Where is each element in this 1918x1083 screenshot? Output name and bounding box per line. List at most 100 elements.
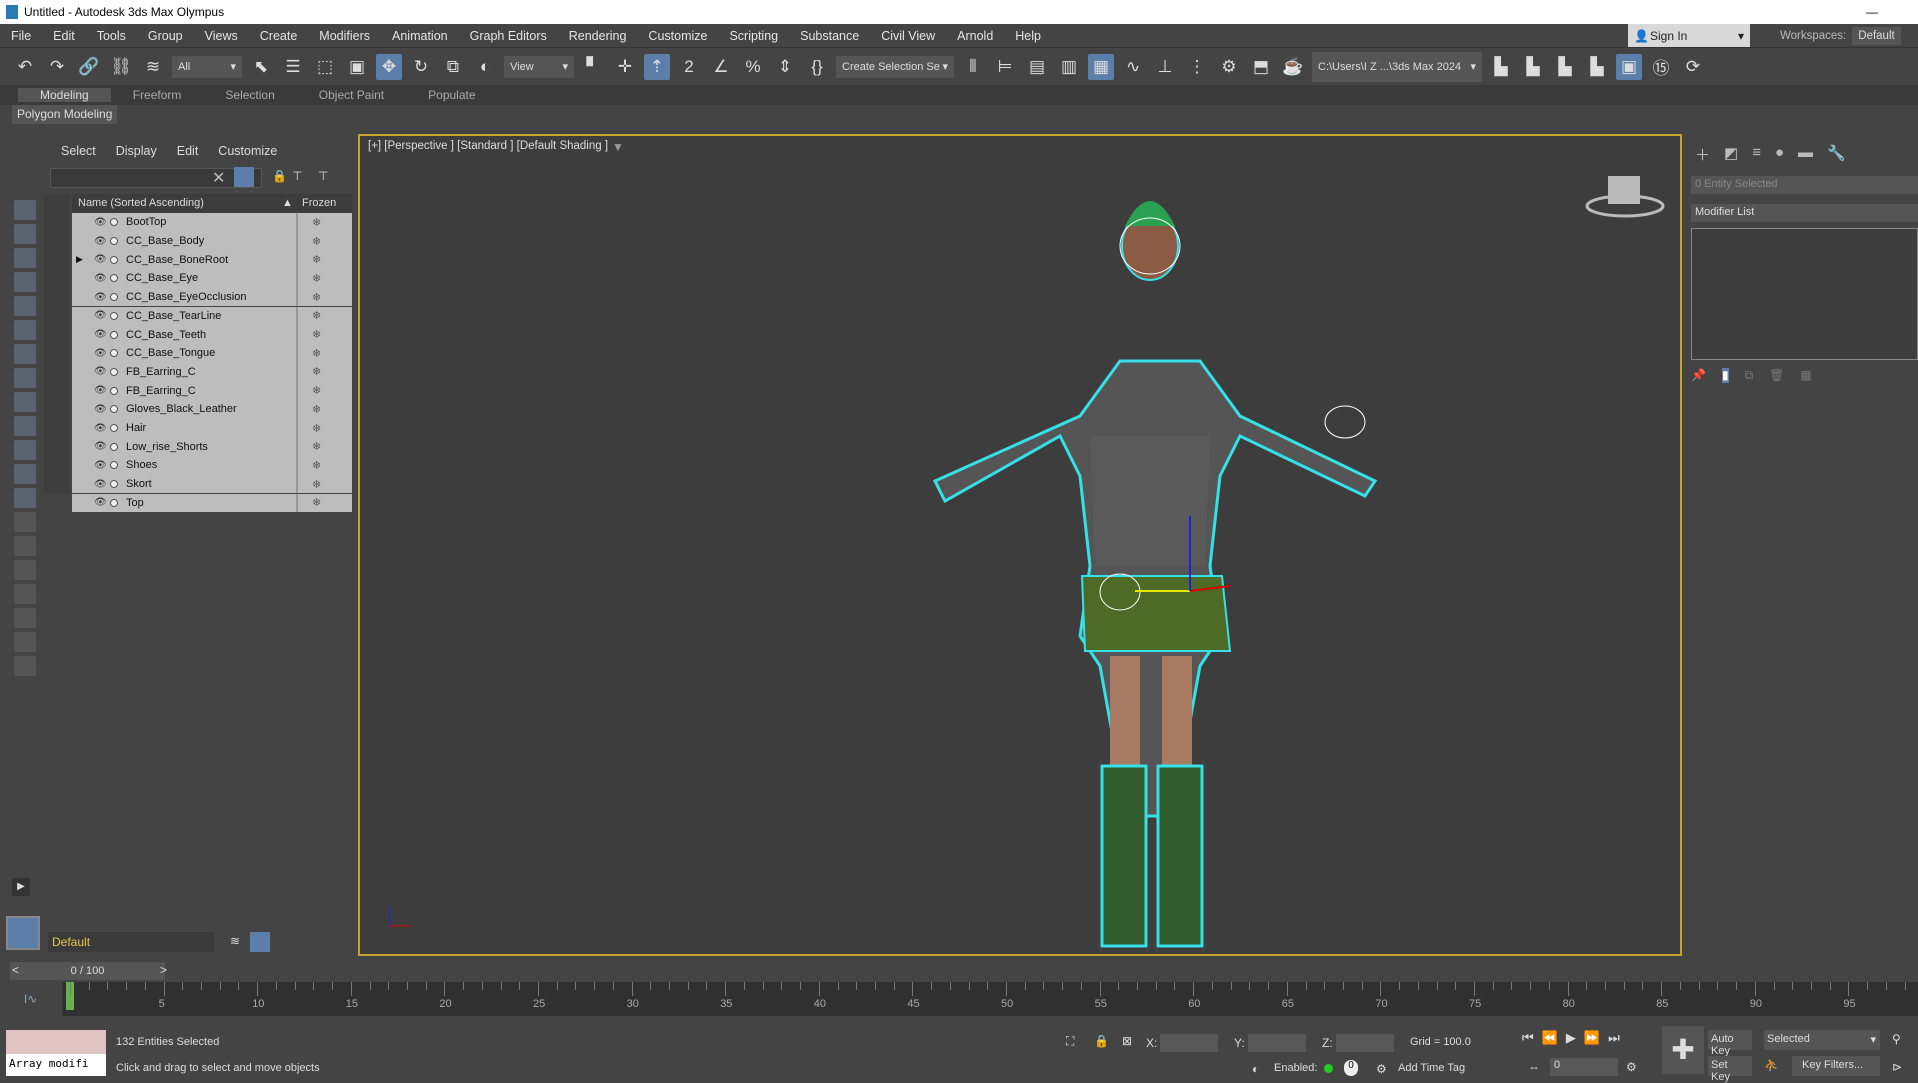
menu-civil-view[interactable]: Civil View: [870, 29, 946, 43]
pivot-icon[interactable]: ▘: [580, 54, 606, 80]
mirror-icon[interactable]: ⫴: [960, 54, 986, 80]
curve-editor-icon[interactable]: ∿: [1120, 54, 1146, 80]
visibility-eye-icon[interactable]: 👁: [94, 310, 107, 321]
minimize-button[interactable]: —: [1866, 5, 1878, 19]
undo-icon[interactable]: ↶: [12, 54, 38, 80]
next-frame-icon[interactable]: ⏩: [1584, 1030, 1600, 1046]
curve-editor-toggle-icon[interactable]: ǀ∿: [24, 992, 37, 1006]
link-icon[interactable]: 🔗: [76, 54, 102, 80]
renderable-toggle[interactable]: [110, 442, 118, 451]
arnold-icon[interactable]: ⟳: [1680, 54, 1706, 80]
angle-snap-icon[interactable]: ∠: [708, 54, 734, 80]
configure-sets-icon[interactable]: ▦: [1800, 368, 1811, 383]
explorer-filter-icon[interactable]: [14, 224, 36, 244]
time-slider[interactable]: 0 / 100: [10, 962, 165, 980]
make-unique-icon[interactable]: ⧉: [1745, 368, 1754, 383]
object-name-field[interactable]: 0 Entity Selected: [1691, 176, 1918, 194]
ribbon-tab-freeform[interactable]: Freeform: [111, 88, 204, 102]
modify-tab-icon[interactable]: ◩: [1724, 144, 1738, 165]
unlink-icon[interactable]: ⛓: [108, 54, 134, 80]
frozen-icon[interactable]: ❄: [312, 347, 321, 360]
frozen-icon[interactable]: ❄: [312, 496, 321, 509]
frozen-icon[interactable]: ❄: [312, 272, 321, 285]
explorer-row[interactable]: 👁 FB_Earring_C ❄: [72, 362, 352, 382]
name-column-header[interactable]: Name (Sorted Ascending): [78, 197, 204, 209]
explorer-filter-icon[interactable]: [14, 320, 36, 340]
redo-icon[interactable]: ↷: [44, 54, 70, 80]
explorer-row[interactable]: 👁 CC_Base_Eye ❄: [72, 269, 352, 288]
ribbon-toggle-icon[interactable]: ▦: [1088, 53, 1114, 80]
create-tab-icon[interactable]: ＋: [1695, 144, 1710, 165]
renderable-toggle[interactable]: [110, 218, 118, 227]
renderable-toggle[interactable]: [110, 367, 118, 376]
motion-tab-icon[interactable]: ●: [1775, 144, 1784, 165]
polygon-modeling-panel[interactable]: Polygon Modeling: [12, 105, 118, 124]
remove-modifier-icon[interactable]: 🗑: [1769, 368, 1784, 383]
explorer-row[interactable]: 👁 Hair ❄: [72, 418, 352, 438]
explorer-filter-icon[interactable]: [14, 536, 36, 556]
menu-modifiers[interactable]: Modifiers: [308, 29, 381, 43]
reference-coordinate-dropdown[interactable]: View ▾: [504, 55, 574, 78]
hierarchy-icon[interactable]: ⊤: [292, 169, 302, 183]
pin-stack-icon[interactable]: 📌: [1691, 368, 1706, 383]
renderable-toggle[interactable]: [110, 461, 118, 470]
select-by-name-icon[interactable]: ☰: [280, 54, 306, 80]
frozen-icon[interactable]: ❄: [312, 403, 321, 416]
explorer-filter-icon[interactable]: [14, 272, 36, 292]
show-end-result-icon[interactable]: ▮: [1721, 368, 1729, 383]
add-time-tag[interactable]: Add Time Tag: [1398, 1062, 1465, 1074]
render-setup-icon[interactable]: ⬒: [1248, 54, 1274, 80]
visibility-eye-icon[interactable]: 👁: [94, 254, 107, 265]
frozen-column-header[interactable]: Frozen: [302, 197, 336, 209]
explorer-filter-icon[interactable]: [14, 632, 36, 652]
isolate-icon[interactable]: ⛶: [1066, 1034, 1074, 1049]
renderable-toggle[interactable]: [110, 293, 118, 302]
import-icon[interactable]: ▙: [1552, 54, 1578, 80]
rect-selection-icon[interactable]: ⬚: [312, 54, 338, 80]
menu-views[interactable]: Views: [194, 29, 249, 43]
y-coordinate-input[interactable]: [1248, 1034, 1306, 1052]
explorer-filter-icon[interactable]: [14, 440, 36, 460]
workspace-select[interactable]: Default: [1852, 26, 1901, 45]
sign-in-button[interactable]: 👤 Sign In ▾: [1628, 24, 1750, 47]
frozen-icon[interactable]: ❄: [312, 235, 321, 248]
named-selection-icon[interactable]: {}: [804, 54, 830, 80]
explorer-row[interactable]: 👁 Top ❄: [72, 493, 352, 513]
menu-arnold[interactable]: Arnold: [946, 29, 1004, 43]
menu-animation[interactable]: Animation: [381, 29, 459, 43]
sort-hierarchy-icon[interactable]: [250, 932, 270, 952]
visibility-eye-icon[interactable]: 👁: [94, 423, 107, 434]
select-object-icon[interactable]: ⬉: [248, 54, 274, 80]
frozen-icon[interactable]: ❄: [312, 309, 321, 322]
renderable-toggle[interactable]: [110, 386, 118, 395]
scale-icon[interactable]: ⧉: [440, 54, 466, 80]
explorer-filter-icon[interactable]: [14, 344, 36, 364]
ribbon-tab-modeling[interactable]: Modeling: [18, 88, 111, 102]
layer-icon[interactable]: ⊤: [318, 169, 328, 183]
explorer-menu-edit[interactable]: Edit: [177, 144, 199, 158]
frozen-icon[interactable]: ❄: [312, 253, 321, 266]
lock-icon[interactable]: 🔒: [272, 169, 287, 183]
named-selection-sets-dropdown[interactable]: Create Selection Se ▾: [836, 55, 954, 78]
menu-file[interactable]: File: [0, 29, 42, 43]
expand-arrow-icon[interactable]: ▶: [76, 254, 83, 265]
next-frame-arrow[interactable]: >: [160, 963, 167, 977]
set-key-button[interactable]: Set Key: [1708, 1056, 1752, 1083]
filter-icon[interactable]: [234, 167, 254, 187]
open-file-icon[interactable]: ▙: [1488, 54, 1514, 80]
explorer-row[interactable]: 👁 Shoes ❄: [72, 456, 352, 475]
visibility-eye-icon[interactable]: 👁: [94, 479, 107, 490]
visibility-eye-icon[interactable]: 👁: [94, 460, 107, 471]
explorer-row[interactable]: 👁 CC_Base_BoneRoot ❄ ▶: [72, 250, 352, 270]
go-to-start-icon[interactable]: ⏮: [1522, 1030, 1534, 1046]
utilities-tab-icon[interactable]: 🔧: [1827, 144, 1846, 165]
explorer-filter-icon[interactable]: [14, 200, 36, 220]
menu-help[interactable]: Help: [1004, 29, 1052, 43]
current-frame-input[interactable]: 0: [1550, 1058, 1618, 1076]
material-editor-icon[interactable]: ⚙: [1216, 54, 1242, 80]
menu-substance[interactable]: Substance: [789, 29, 870, 43]
enabled-indicator[interactable]: [1324, 1064, 1333, 1073]
explorer-row[interactable]: 👁 Skort ❄: [72, 474, 352, 494]
time-tag-toggle[interactable]: 0: [1344, 1060, 1358, 1076]
visibility-eye-icon[interactable]: 👁: [94, 348, 107, 359]
